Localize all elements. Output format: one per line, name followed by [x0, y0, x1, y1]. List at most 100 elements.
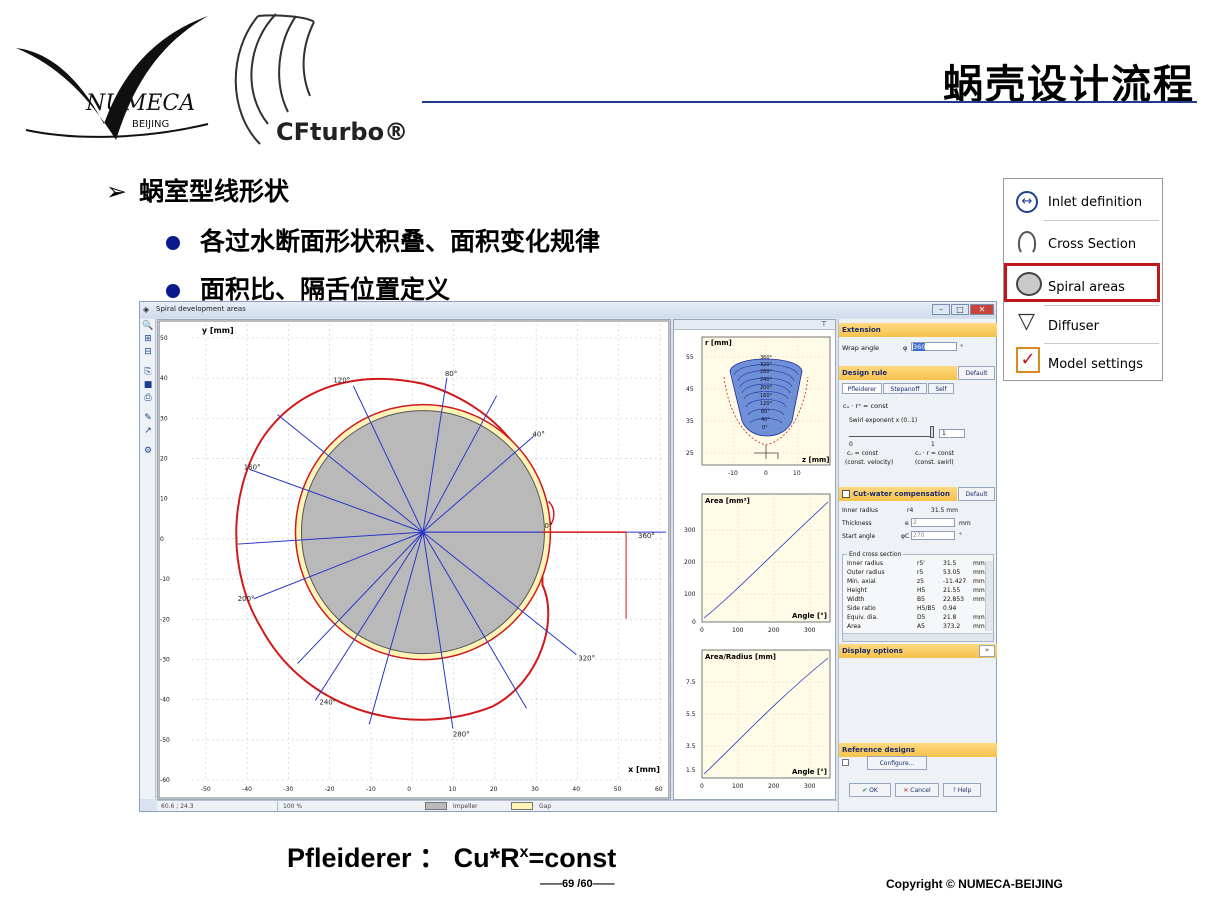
end-section-cell: z5: [917, 578, 924, 585]
settings-icon[interactable]: ⚙: [142, 446, 154, 457]
expand-chevron-icon[interactable]: »: [979, 645, 995, 657]
configure-button[interactable]: Configure...: [867, 756, 927, 770]
x-tick-label: 10: [449, 786, 457, 793]
section-label: 80°: [761, 409, 770, 415]
angle-label: 320°: [578, 655, 595, 663]
display-options-header[interactable]: Display options: [839, 644, 997, 658]
design-default-button[interactable]: Default: [958, 366, 995, 380]
y-tick-label: -60: [160, 777, 170, 784]
y-tick-label: 200: [684, 559, 696, 566]
x-tick-label: -30: [283, 786, 293, 793]
bullet-level2-item: 各过水断面形状积叠、面积变化规律: [166, 222, 600, 258]
y-tick-label: 1.5: [686, 767, 696, 774]
spiral-areas-highlight: [1004, 263, 1160, 302]
cutwater-default-button[interactable]: Default: [958, 487, 995, 501]
end-section-cell: mm: [973, 560, 985, 567]
y-tick-label: 45: [686, 386, 694, 393]
angle-label: 280°: [453, 730, 470, 738]
side-plot-column: ⊤ 360° 320° 280° 240° 200° 160° 120° 80°…: [673, 319, 836, 800]
extension-header[interactable]: Extension: [839, 323, 997, 337]
settings-panel: Extension Wrap angle φ 360 ° Design rule…: [838, 319, 997, 811]
wrap-angle-label: Wrap angle: [842, 344, 880, 352]
cutwater-checkbox[interactable]: [842, 490, 850, 498]
spiral-development-window: ◈ Spiral development areas – □ ✕ 🔍 ⊞ ⊟ ⎘…: [139, 301, 997, 812]
thickness-input[interactable]: 2: [911, 518, 955, 527]
help-label: Help: [957, 787, 972, 794]
swirl-slider-handle[interactable]: [930, 426, 934, 438]
tab-stepanoff[interactable]: Stepanoff: [883, 383, 927, 394]
legend-impeller: Impeller: [453, 803, 478, 810]
y-tick-label: 7.5: [686, 679, 696, 686]
inner-radius-value: 31.5 mm: [931, 507, 958, 514]
tab-self[interactable]: Self: [928, 383, 954, 394]
end-section-title: End cross section: [847, 551, 904, 558]
y-tick-label: 0: [692, 619, 696, 626]
window-title: Spiral development areas: [156, 305, 246, 313]
grid-icon[interactable]: ⊟: [142, 347, 154, 358]
cancel-button[interactable]: ✕ Cancel: [895, 783, 939, 797]
copyright: Copyright © NUMECA-BEIJING: [886, 877, 1063, 891]
end-section-cell: A5: [917, 623, 925, 630]
start-angle-input[interactable]: 270: [911, 531, 955, 540]
x-tick-label: 100: [732, 627, 744, 634]
section-label: 120°: [760, 401, 773, 407]
model-settings-icon: ✓: [1016, 347, 1040, 373]
fit-icon[interactable]: ⊞: [142, 334, 154, 345]
tab-pfleiderer[interactable]: Pfleiderer: [842, 383, 882, 394]
x-tick-label: 40: [572, 786, 580, 793]
menu-separator: [1044, 343, 1159, 344]
reference-checkbox[interactable]: [842, 759, 849, 766]
cross-section-plot: 360° 320° 280° 240° 200° 160° 120° 80° 4…: [686, 336, 831, 477]
end-section-cell: Min. axial: [847, 578, 876, 585]
y-tick-label: 100: [684, 591, 696, 598]
window-titlebar[interactable]: ◈ Spiral development areas: [140, 302, 996, 318]
end-section-cell: Outer radius: [847, 569, 885, 576]
pin-icon[interactable]: ⊤: [674, 320, 835, 330]
close-button[interactable]: ✕: [970, 304, 994, 315]
color-icon[interactable]: ✎: [142, 413, 154, 424]
export-icon[interactable]: ⎘: [142, 367, 154, 378]
swirl-exponent-input[interactable]: 1: [939, 429, 965, 438]
thickness-unit: mm: [959, 520, 971, 527]
thickness-label: Thickness: [842, 520, 872, 527]
end-section-cell: 22.853: [943, 596, 964, 603]
design-rule-header[interactable]: Design rule: [839, 366, 957, 380]
ok-button[interactable]: ✔ OK: [849, 783, 891, 797]
x-tick-label: -40: [242, 786, 252, 793]
x-tick-label: 100: [732, 783, 744, 790]
area-plot: 300 200 100 0 0 100 200 300 Area [mm²] A…: [684, 493, 831, 634]
line-icon[interactable]: ↗: [142, 426, 154, 437]
y-tick-label: 55: [686, 354, 694, 361]
start-angle-symbol: φC: [901, 533, 910, 540]
wrap-angle-input[interactable]: 360: [911, 342, 957, 351]
menu-item-diffuser[interactable]: ▽ Diffuser: [1012, 307, 1162, 345]
end-section-cell: Equiv. dia.: [847, 614, 879, 621]
menu-item-cross-section[interactable]: Cross Section: [1012, 225, 1162, 263]
zoom-icon[interactable]: 🔍: [142, 321, 154, 332]
reference-designs-header[interactable]: Reference designs: [839, 743, 997, 757]
menu-item-model-settings[interactable]: ✓ Model settings: [1012, 345, 1162, 383]
print-icon[interactable]: ⎙: [142, 393, 154, 404]
cfturbo-logo-text: CFturbo®: [276, 118, 408, 146]
maximize-button[interactable]: □: [951, 304, 969, 315]
swirl-slider[interactable]: [849, 429, 933, 437]
const-swirl-label: cᵤ · r = const: [915, 450, 955, 457]
minimize-button[interactable]: –: [932, 304, 950, 315]
angle-label: 240°: [319, 698, 336, 706]
formula-suffix: =const: [528, 843, 617, 873]
window-app-icon: ◈: [143, 305, 150, 314]
end-section-hscrollbar[interactable]: [843, 633, 993, 641]
cutwater-header[interactable]: Cut-water compensation: [839, 487, 957, 501]
menu-item-inlet-definition[interactable]: ↔ Inlet definition: [1012, 183, 1162, 221]
end-section-scrollbar[interactable]: [985, 561, 993, 631]
spiral-plot: 50 40 30 20 10 0 -10 -20 -30 -40 -50 -60 -50 -40 -30 -2…: [157, 319, 671, 800]
section-label: 0°: [762, 425, 768, 431]
save-icon[interactable]: ■: [142, 380, 154, 391]
help-button[interactable]: ? Help: [943, 783, 981, 797]
x-tick-label: 10: [793, 470, 801, 477]
menu-item-label: Inlet definition: [1048, 195, 1143, 210]
area-ylabel: Area [mm²]: [705, 497, 750, 505]
y-axis-label: y [mm]: [202, 326, 234, 335]
formula-main: Cu*R: [453, 843, 520, 873]
angle-label: 0°: [544, 522, 552, 530]
